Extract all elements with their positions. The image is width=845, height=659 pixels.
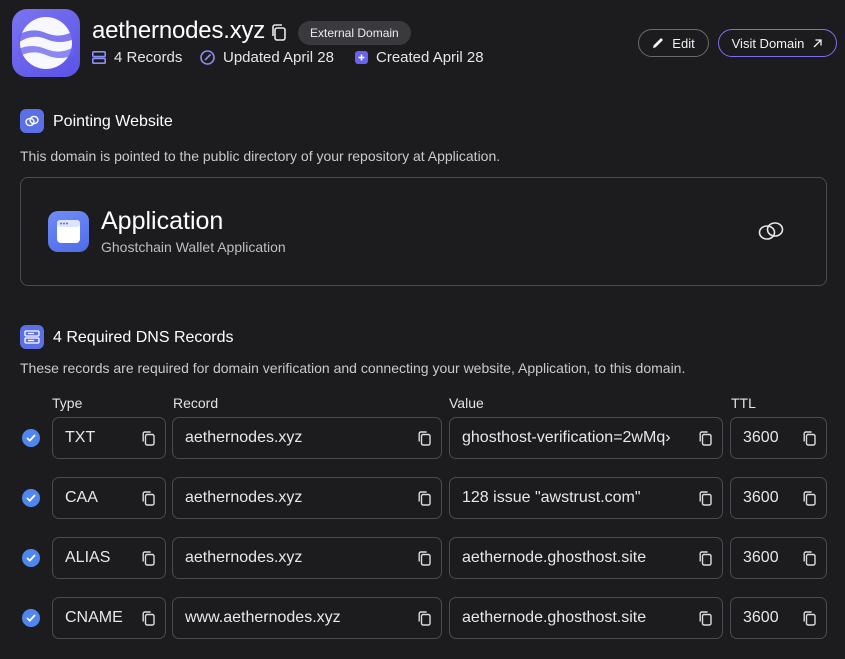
dns-ttl-field[interactable]: 3600 [730, 417, 827, 459]
dns-type-field[interactable]: CNAME [52, 597, 166, 639]
updated-icon [200, 50, 215, 65]
pencil-icon [653, 38, 663, 48]
dns-ttl-field[interactable]: 3600 [730, 477, 827, 519]
pointing-title: Pointing Website [53, 113, 173, 130]
dns-record-field[interactable]: aethernodes.xyz [172, 477, 442, 519]
edit-button[interactable]: Edit [638, 29, 709, 57]
copy-icon[interactable] [803, 551, 816, 571]
copy-icon[interactable] [418, 431, 431, 451]
dns-title: 4 Required DNS Records [53, 329, 234, 346]
app-subtitle: Ghostchain Wallet Application [101, 239, 286, 255]
visit-domain-button[interactable]: Visit Domain [718, 29, 837, 57]
copy-icon[interactable] [699, 551, 712, 571]
dns-type-field[interactable]: ALIAS [52, 537, 166, 579]
dns-record-field[interactable]: aethernodes.xyz [172, 537, 442, 579]
copy-icon[interactable] [803, 611, 816, 631]
dns-value-field[interactable]: aethernode.ghosthost.site [449, 597, 723, 639]
server-icon [20, 325, 44, 349]
copy-icon[interactable] [142, 491, 155, 511]
created-icon [355, 51, 368, 64]
dns-record-field[interactable]: www.aethernodes.xyz [172, 597, 442, 639]
check-icon [22, 489, 40, 507]
external-domain-badge: External Domain [298, 21, 411, 45]
dns-value-field[interactable]: aethernode.ghosthost.site [449, 537, 723, 579]
domain-title: aethernodes.xyz [92, 17, 266, 44]
check-icon [22, 429, 40, 447]
copy-icon[interactable] [699, 611, 712, 631]
dns-ttl-field[interactable]: 3600 [730, 597, 827, 639]
dns-type-field[interactable]: TXT [52, 417, 166, 459]
copy-icon[interactable] [699, 491, 712, 511]
dns-description: These records are required for domain ve… [20, 360, 686, 376]
link-section-icon [20, 109, 44, 133]
arrow-up-right-icon [813, 38, 823, 47]
created-date: Created April 28 [355, 49, 484, 66]
records-icon [92, 51, 106, 64]
copy-icon[interactable] [699, 431, 712, 451]
col-value: Value [449, 395, 484, 411]
dns-ttl-field[interactable]: 3600 [730, 537, 827, 579]
copy-icon[interactable] [418, 551, 431, 571]
check-icon [22, 549, 40, 567]
copy-icon[interactable] [418, 491, 431, 511]
copy-icon[interactable] [142, 611, 155, 631]
records-count: 4 Records [92, 49, 182, 66]
domain-logo [12, 9, 80, 77]
dns-record-field[interactable]: aethernodes.xyz [172, 417, 442, 459]
copy-icon[interactable] [271, 24, 287, 47]
col-type: Type [52, 395, 83, 411]
updated-date: Updated April 28 [200, 49, 334, 66]
copy-icon[interactable] [142, 431, 155, 451]
col-ttl: TTL [731, 395, 756, 411]
dns-type-field[interactable]: CAA [52, 477, 166, 519]
copy-icon[interactable] [803, 491, 816, 511]
pointing-description: This domain is pointed to the public dir… [20, 148, 501, 164]
copy-icon[interactable] [803, 431, 816, 451]
check-icon [22, 609, 40, 627]
app-window-icon [48, 211, 89, 252]
link-icon[interactable] [757, 220, 785, 247]
dns-value-field[interactable]: 128 issue "awstrust.com" [449, 477, 723, 519]
col-record: Record [173, 395, 219, 411]
copy-icon[interactable] [142, 551, 155, 571]
dns-value-field[interactable]: ghosthost-verification=2wMq› [449, 417, 723, 459]
app-name: Application [101, 207, 224, 235]
copy-icon[interactable] [418, 611, 431, 631]
